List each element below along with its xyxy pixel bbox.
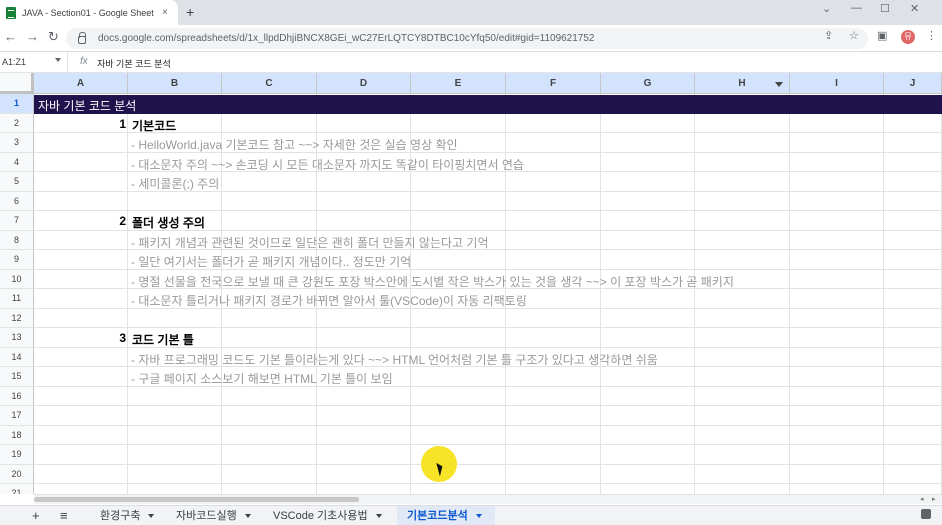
row-header-7[interactable]: 7 bbox=[0, 211, 34, 231]
forward-icon[interactable]: → bbox=[26, 29, 39, 44]
row-header-20[interactable]: 20 bbox=[0, 464, 34, 484]
section-item-cell[interactable]: - 세미콜론(;) 주의 bbox=[131, 175, 219, 192]
sheet-tab[interactable]: 자바코드실행 bbox=[166, 506, 260, 525]
sheet-tab[interactable]: VSCode 기초사용법 bbox=[263, 506, 393, 525]
title-row-fill[interactable] bbox=[34, 95, 942, 114]
name-box[interactable]: A1:Z1 bbox=[0, 52, 68, 72]
column-header-i[interactable]: I bbox=[790, 73, 884, 94]
row-header-15[interactable]: 15 bbox=[0, 367, 34, 387]
share-icon[interactable]: ⇪ bbox=[824, 29, 833, 42]
close-tab-icon[interactable]: × bbox=[162, 7, 168, 18]
url-field[interactable]: docs.google.com/spreadsheets/d/1x_llpdDh… bbox=[66, 28, 868, 49]
bookmark-star-icon[interactable]: ☆ bbox=[849, 29, 859, 42]
row-header-2[interactable]: 2 bbox=[0, 113, 34, 133]
row-header-13[interactable]: 13 bbox=[0, 328, 34, 348]
row-header-12[interactable]: 12 bbox=[0, 308, 34, 328]
column-header-j[interactable]: J bbox=[884, 73, 942, 94]
maximize-icon[interactable]: ☐ bbox=[880, 2, 890, 15]
row-header-18[interactable]: 18 bbox=[0, 425, 34, 445]
explore-icon[interactable] bbox=[921, 509, 931, 519]
side-panel-icon[interactable]: ▣ bbox=[877, 29, 887, 42]
browser-tab[interactable]: JAVA - Section01 - Google Sheets × bbox=[0, 0, 178, 25]
fx-icon: fx bbox=[80, 56, 88, 67]
new-tab-button[interactable]: + bbox=[186, 4, 194, 20]
chevron-down-icon[interactable] bbox=[148, 514, 155, 519]
section-heading[interactable]: 폴더 생성 주의 bbox=[132, 214, 205, 231]
tab-search-icon[interactable]: ⌄ bbox=[822, 2, 831, 15]
section-heading[interactable]: 기본코드 bbox=[132, 117, 176, 134]
chevron-down-icon[interactable] bbox=[244, 514, 251, 519]
lock-icon[interactable] bbox=[78, 31, 86, 44]
formula-bar: A1:Z1 fx 자바 기본 코드 분석 bbox=[0, 52, 942, 73]
formula-input[interactable]: 자바 기본 코드 분석 bbox=[97, 57, 171, 70]
sheet-tabs-bar: + ≡ 환경구축 자바코드실행 VSCode 기초사용법 기본코드분석 bbox=[0, 505, 942, 525]
scrollbar-thumb[interactable] bbox=[34, 497, 359, 502]
reload-icon[interactable]: ↻ bbox=[48, 29, 59, 45]
row-header-5[interactable]: 5 bbox=[0, 172, 34, 192]
section-item-cell[interactable]: - 자바 프로그래밍 코드도 기본 틀이라는게 있다 ~~> HTML 언어처럼… bbox=[131, 351, 658, 368]
section-item-cell[interactable]: - HelloWorld.java 기본코드 참고 ~~> 자세한 것은 실습 … bbox=[131, 136, 458, 153]
row-header-19[interactable]: 19 bbox=[0, 445, 34, 465]
row-header-21[interactable]: 21 bbox=[0, 484, 34, 494]
row-header-1[interactable]: 1 bbox=[0, 94, 34, 114]
row-header-14[interactable]: 14 bbox=[0, 347, 34, 367]
row-header-16[interactable]: 16 bbox=[0, 386, 34, 406]
section-number-3[interactable]: 3 bbox=[106, 331, 126, 345]
column-header-e[interactable]: E bbox=[411, 73, 506, 94]
sheet-tab-label: 기본코드분석 bbox=[407, 510, 468, 522]
add-sheet-button[interactable]: + bbox=[32, 508, 40, 523]
back-icon[interactable]: ← bbox=[4, 29, 17, 44]
chevron-down-icon[interactable] bbox=[475, 514, 482, 519]
row-header-6[interactable]: 6 bbox=[0, 191, 34, 211]
column-header-b[interactable]: B bbox=[128, 73, 222, 94]
section-item-cell[interactable]: - 일단 여기서는 폴더가 곧 패키지 개념이다.. 정도만 기억 bbox=[131, 253, 411, 270]
browser-tab-title: JAVA - Section01 - Google Sheets bbox=[22, 7, 154, 18]
screen: JAVA - Section01 - Google Sheets × + ⌄ —… bbox=[0, 0, 942, 525]
section-number-1[interactable]: 1 bbox=[106, 117, 126, 131]
column-header-a[interactable]: A bbox=[34, 73, 128, 94]
column-header-d[interactable]: D bbox=[317, 73, 411, 94]
section-item-cell[interactable]: - 대소문자 틀리거나 패키지 경로가 바뀌면 알아서 툴(VSCode)이 자… bbox=[131, 292, 527, 309]
chevron-down-icon[interactable] bbox=[375, 514, 382, 519]
browser-menu-icon[interactable]: ⋮ bbox=[926, 29, 937, 42]
browser-tab-strip: JAVA - Section01 - Google Sheets × + ⌄ —… bbox=[0, 0, 942, 25]
chevron-down-icon bbox=[55, 58, 61, 62]
column-header-g[interactable]: G bbox=[601, 73, 695, 94]
row-header-4[interactable]: 4 bbox=[0, 152, 34, 172]
column-header-h[interactable]: H bbox=[695, 73, 790, 94]
row-header-11[interactable]: 11 bbox=[0, 289, 34, 309]
all-sheets-button[interactable]: ≡ bbox=[60, 508, 68, 523]
scroll-right-icon[interactable]: ▸ bbox=[932, 495, 936, 503]
select-all-corner[interactable] bbox=[0, 73, 34, 94]
sheet-tab-label: 환경구축 bbox=[100, 510, 141, 522]
row-header-10[interactable]: 10 bbox=[0, 269, 34, 289]
section-number-2[interactable]: 2 bbox=[106, 214, 126, 228]
column-header-c[interactable]: C bbox=[222, 73, 317, 94]
section-item-cell[interactable]: - 대소문자 주의 ~~> 손코딩 시 모든 대소문자 까지도 똑같이 타이핑치… bbox=[131, 156, 524, 173]
row-header-8[interactable]: 8 bbox=[0, 230, 34, 250]
address-bar: ← → ↻ docs.google.com/spreadsheets/d/1x_… bbox=[0, 25, 942, 52]
sheet-tab[interactable]: 환경구축 bbox=[90, 506, 162, 525]
minimize-icon[interactable]: — bbox=[851, 2, 862, 14]
row-header-3[interactable]: 3 bbox=[0, 133, 34, 153]
close-window-icon[interactable]: ✕ bbox=[910, 2, 919, 15]
section-item-cell[interactable]: - 패키지 개념과 관련된 것이므로 일단은 괜히 폴더 만들지 않는다고 기억 bbox=[131, 234, 489, 251]
profile-avatar[interactable]: 뮤 bbox=[901, 30, 915, 44]
name-box-value: A1:Z1 bbox=[2, 57, 27, 67]
column-header-f[interactable]: F bbox=[506, 73, 601, 94]
sheet-tab[interactable]: 기본코드분석 bbox=[397, 506, 495, 525]
row-header-17[interactable]: 17 bbox=[0, 406, 34, 426]
scroll-left-icon[interactable]: ◂ bbox=[920, 495, 924, 503]
sheet-title-cell[interactable]: 자바 기본 코드 분석 bbox=[38, 97, 136, 114]
horizontal-scrollbar[interactable]: ◂ ▸ bbox=[34, 494, 942, 504]
sheet-tab-label: VSCode 기초사용법 bbox=[273, 510, 368, 522]
column-menu-icon[interactable] bbox=[775, 82, 783, 87]
url-text: docs.google.com/spreadsheets/d/1x_llpdDh… bbox=[98, 33, 595, 44]
section-item-cell[interactable]: - 구글 페이지 소스보기 해보면 HTML 기본 틀이 보임 bbox=[131, 370, 393, 387]
sheets-favicon-icon bbox=[6, 6, 16, 19]
section-item-cell[interactable]: - 명절 선물을 전국으로 보낼 때 큰 강원도 포장 박스안에 도시별 작은 … bbox=[131, 273, 734, 290]
section-heading[interactable]: 코드 기본 틀 bbox=[132, 331, 194, 348]
sheet-tab-label: 자바코드실행 bbox=[176, 510, 237, 522]
row-header-9[interactable]: 9 bbox=[0, 250, 34, 270]
